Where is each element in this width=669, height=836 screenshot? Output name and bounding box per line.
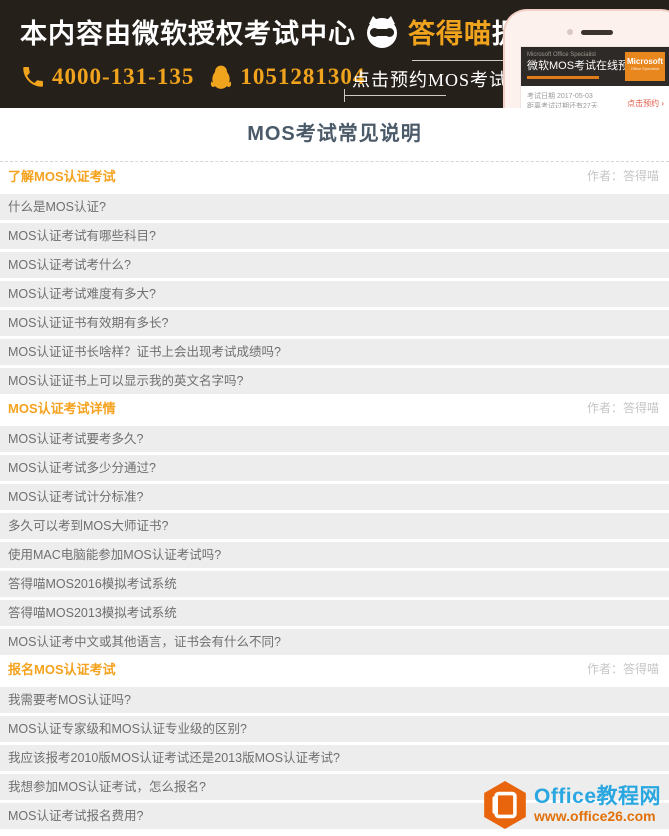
qq-icon (211, 65, 232, 89)
phone-mockup: Microsoft Office Specialist 微软MOS考试在线预约 … (503, 9, 669, 108)
phone-screen: Microsoft Office Specialist 微软MOS考试在线预约 … (520, 46, 669, 108)
section-author: 作者：答得喵 (586, 662, 659, 676)
section-title[interactable]: MOS认证考试详情 (8, 394, 116, 423)
cta-bracket-bottom-tick (344, 89, 345, 102)
phone-camera-dot (567, 29, 573, 35)
phone-exam-list-item: 考试日期 2017-05-03 距离考试过期还有27天 点击预约 › (521, 86, 669, 108)
watermark-site-name: Office教程网 (533, 785, 661, 808)
question-item[interactable]: MOS认证考试要考多久? (0, 426, 669, 452)
question-item[interactable]: MOS认证证书上可以显示我的英文名字吗? (0, 368, 669, 394)
site-watermark: Office教程网 www.office26.com (481, 780, 661, 830)
microsoft-logo-sub: Office Specialist (630, 66, 660, 71)
question-item[interactable]: MOS认证证书长啥样？证书上会出现考试成绩吗? (0, 339, 669, 365)
question-item[interactable]: 多久可以考到MOS大师证书? (0, 513, 669, 539)
section-header: MOS认证考试详情 作者：答得喵 (0, 394, 669, 423)
office-hexagon-icon (484, 781, 526, 829)
top-banner: 本内容由微软授权考试中心 答得喵 提供 4000-131-135 1051281… (0, 0, 669, 108)
question-item[interactable]: MOS认证专家级和MOS认证专业级的区别? (0, 716, 669, 742)
cta-bracket-bottom-line (344, 95, 446, 96)
banner-headline: 本内容由微软授权考试中心 答得喵 提供 (20, 12, 548, 51)
question-item[interactable]: 使用MAC电脑能参加MOS认证考试吗? (0, 542, 669, 568)
question-item[interactable]: MOS认证考试考什么? (0, 252, 669, 278)
question-item[interactable]: 答得喵MOS2013模拟考试系统 (0, 600, 669, 626)
phone-icon (23, 67, 43, 87)
question-item[interactable]: MOS认证考试计分标准? (0, 484, 669, 510)
question-item[interactable]: MOS认证考中文或其他语言，证书会有什么不同? (0, 629, 669, 655)
section-header: 了解MOS认证考试 作者：答得喵 (0, 162, 669, 191)
page-title: MOS考试常见说明 (0, 108, 669, 162)
question-item[interactable]: MOS认证考试多少分通过? (0, 455, 669, 481)
banner-contacts: 4000-131-135 1051281304 (20, 64, 379, 90)
watermark-text: Office教程网 www.office26.com (533, 785, 661, 825)
section-title[interactable]: 报名MOS认证考试 (8, 655, 116, 684)
question-item[interactable]: MOS认证考试难度有多大? (0, 281, 669, 307)
qq-number: 1051281304 (240, 64, 366, 89)
section-author: 作者：答得喵 (586, 169, 659, 183)
watermark-site-url: www.office26.com (533, 808, 656, 824)
question-item[interactable]: MOS认证证书有效期有多长? (0, 310, 669, 336)
microsoft-logo-badge: Microsoft Office Specialist (625, 52, 665, 81)
datamiao-cat-icon (367, 15, 397, 48)
phone-speaker-slot (581, 30, 613, 35)
book-mos-exam-button[interactable]: 点击预约MOS考试 (352, 66, 508, 92)
banner-headline-prefix: 本内容由微软授权考试中心 (20, 19, 356, 49)
question-item[interactable]: MOS认证考试有哪些科目? (0, 223, 669, 249)
section-title[interactable]: 了解MOS认证考试 (8, 162, 116, 191)
phone-number: 4000-131-135 (52, 64, 195, 89)
microsoft-logo-title: Microsoft (627, 57, 663, 66)
question-item[interactable]: 答得喵MOS2016模拟考试系统 (0, 571, 669, 597)
faq-list: 了解MOS认证考试 作者：答得喵 什么是MOS认证? MOS认证考试有哪些科目?… (0, 162, 669, 829)
banner-brand-name: 答得喵 (408, 19, 492, 49)
question-item[interactable]: 我需要考MOS认证吗? (0, 687, 669, 713)
section-author: 作者：答得喵 (586, 401, 659, 415)
question-item[interactable]: 什么是MOS认证? (0, 194, 669, 220)
phone-app-url-bar (527, 76, 599, 79)
section-header: 报名MOS认证考试 作者：答得喵 (0, 655, 669, 684)
phone-app-header: Microsoft Office Specialist 微软MOS考试在线预约 … (521, 47, 669, 86)
question-item[interactable]: 我应该报考2010版MOS认证考试还是2013版MOS认证考试? (0, 745, 669, 771)
phone-book-link: 点击预约 › (627, 99, 664, 108)
